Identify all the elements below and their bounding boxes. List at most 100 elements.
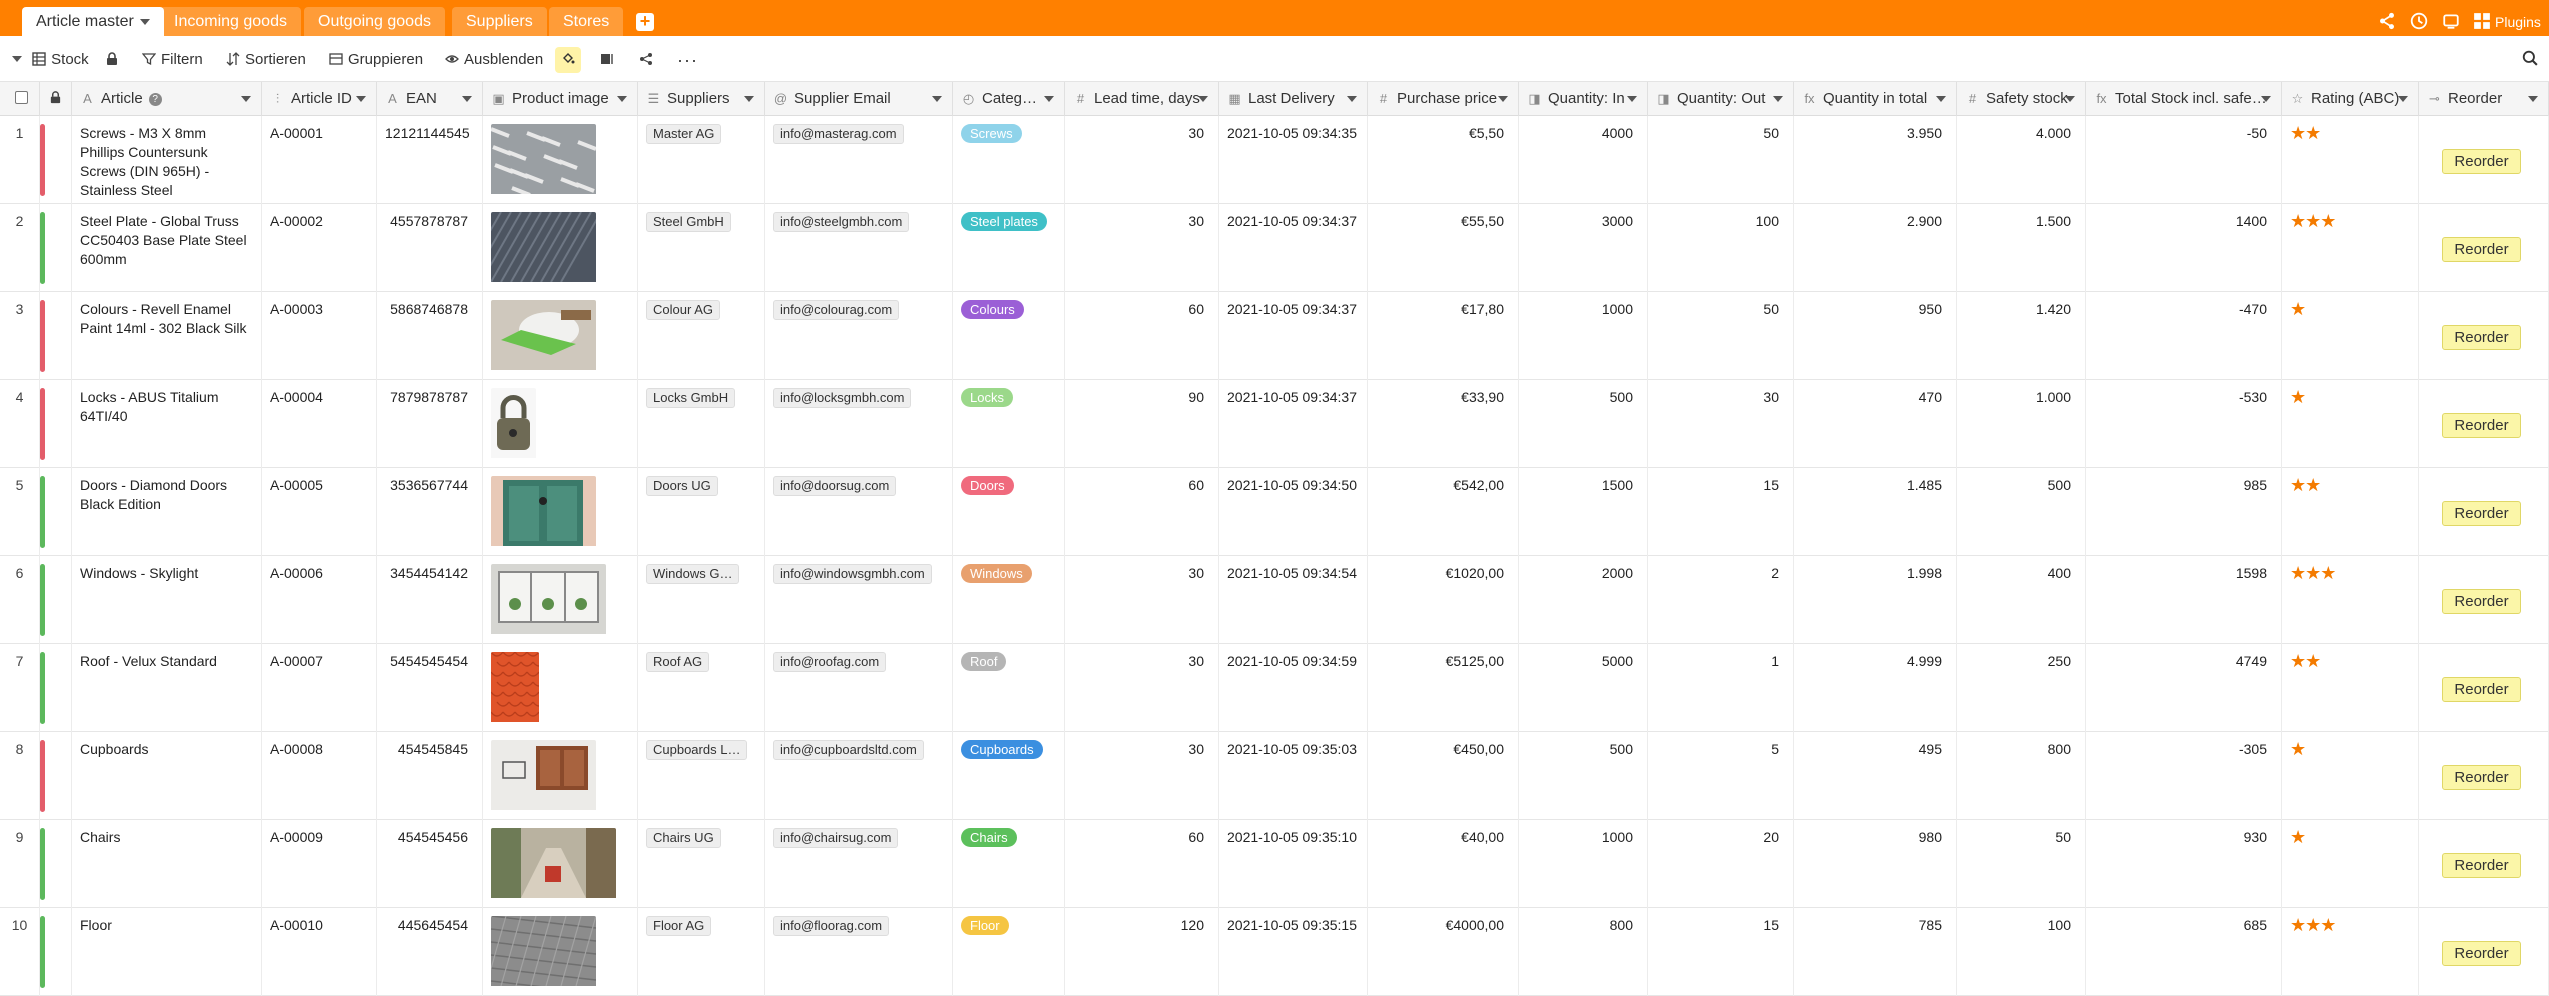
cell-qtotal[interactable]: 1.485 (1794, 468, 1957, 556)
row-number[interactable]: 9 (0, 820, 40, 908)
column-header-stock[interactable]: fx Total Stock incl. safe… (2086, 82, 2282, 116)
cell-qin[interactable]: 4000 (1519, 116, 1648, 204)
email-chip[interactable]: info@steelgmbh.com (773, 212, 910, 232)
cell-article[interactable]: Roof - Velux Standard (72, 644, 262, 732)
cell-lead[interactable]: 30 (1065, 732, 1219, 820)
cell-lead[interactable]: 30 (1065, 116, 1219, 204)
reorder-button[interactable]: Reorder (2442, 853, 2521, 878)
cell-category[interactable]: Windows (953, 556, 1065, 644)
cell-supplier[interactable]: Doors UG (638, 468, 765, 556)
email-chip[interactable]: info@chairsug.com (773, 828, 899, 848)
row-number[interactable]: 10 (0, 908, 40, 996)
column-menu-chevron-icon[interactable] (1498, 96, 1508, 102)
cell-article[interactable]: Chairs (72, 820, 262, 908)
table-row[interactable]: 2 Steel Plate - Global Truss CC50403 Base… (0, 204, 2549, 292)
cell-category[interactable]: Cupboards (953, 732, 1065, 820)
rating-stars[interactable]: ★ (2290, 299, 2306, 319)
email-chip[interactable]: info@locksgmbh.com (773, 388, 912, 408)
cell-qin[interactable]: 1500 (1519, 468, 1648, 556)
product-image[interactable] (491, 212, 596, 287)
cell-stock[interactable]: 4749 (2086, 644, 2282, 732)
rating-stars[interactable]: ★★ (2290, 123, 2321, 143)
cell-safety[interactable]: 800 (1957, 732, 2086, 820)
cell-lead[interactable]: 60 (1065, 820, 1219, 908)
cell-last[interactable]: 2021-10-05 09:34:35 (1219, 116, 1368, 204)
product-image[interactable] (491, 564, 606, 639)
cell-qtotal[interactable]: 3.950 (1794, 116, 1957, 204)
email-chip[interactable]: info@masterag.com (773, 124, 904, 144)
cell-price[interactable]: €17,80 (1368, 292, 1519, 380)
supplier-link-chip[interactable]: Doors UG (646, 476, 718, 496)
cell-lead[interactable]: 30 (1065, 204, 1219, 292)
cell-stock[interactable]: 985 (2086, 468, 2282, 556)
table-row[interactable]: 10 Floor A-00010 445645454 Floor AG info@floo… (0, 908, 2549, 996)
supplier-link-chip[interactable]: Master AG (646, 124, 722, 144)
cell-safety[interactable]: 1.000 (1957, 380, 2086, 468)
rating-stars[interactable]: ★ (2290, 387, 2306, 407)
cell-category[interactable]: Steel plates (953, 204, 1065, 292)
cell-category[interactable]: Screws (953, 116, 1065, 204)
cell-ean[interactable]: 5454545454 (377, 644, 483, 732)
cell-reorder[interactable]: Reorder (2419, 732, 2549, 820)
cell-last[interactable]: 2021-10-05 09:35:03 (1219, 732, 1368, 820)
column-menu-chevron-icon[interactable] (1936, 96, 1946, 102)
cell-qtotal[interactable]: 470 (1794, 380, 1957, 468)
column-menu-chevron-icon[interactable] (2398, 96, 2408, 102)
rating-stars[interactable]: ★★★ (2290, 563, 2336, 583)
cell-lead[interactable]: 60 (1065, 292, 1219, 380)
column-header-reorder[interactable]: ⊸ Reorder (2419, 82, 2549, 116)
cell-qtotal[interactable]: 980 (1794, 820, 1957, 908)
table-row[interactable]: 4 Locks - ABUS Titalium 64TI/40 A-00004 787… (0, 380, 2549, 468)
product-image[interactable] (491, 916, 596, 991)
cell-article[interactable]: Doors - Diamond Doors Black Edition (72, 468, 262, 556)
reorder-button[interactable]: Reorder (2442, 677, 2521, 702)
cell-last[interactable]: 2021-10-05 09:34:59 (1219, 644, 1368, 732)
cell-stars[interactable]: ★ (2282, 820, 2419, 908)
add-table-button[interactable]: + (636, 12, 654, 31)
cell-reorder[interactable]: Reorder (2419, 820, 2549, 908)
cell-id[interactable]: A-00003 (262, 292, 377, 380)
group-button[interactable]: Gruppieren (329, 49, 423, 71)
rating-stars[interactable]: ★★★ (2290, 211, 2336, 231)
reorder-button[interactable]: Reorder (2442, 149, 2521, 174)
cell-qout[interactable]: 20 (1648, 820, 1794, 908)
cell-ean[interactable]: 454545845 (377, 732, 483, 820)
column-menu-chevron-icon[interactable] (932, 96, 942, 102)
filter-button[interactable]: Filtern (141, 49, 203, 71)
cell-stars[interactable]: ★★ (2282, 644, 2419, 732)
cell-email[interactable]: info@chairsug.com (765, 820, 953, 908)
cell-id[interactable]: A-00002 (262, 204, 377, 292)
table-row[interactable]: 8 Cupboards A-00008 454545845 Cupboards L… in… (0, 732, 2549, 820)
supplier-link-chip[interactable]: Colour AG (646, 300, 720, 320)
chevron-down-icon[interactable] (139, 18, 150, 25)
cell-image[interactable] (483, 380, 638, 468)
cell-stars[interactable]: ★★★ (2282, 556, 2419, 644)
column-header-image[interactable]: ▣ Product image (483, 82, 638, 116)
cell-supplier[interactable]: Locks GmbH (638, 380, 765, 468)
cell-stock[interactable]: -530 (2086, 380, 2282, 468)
reorder-button[interactable]: Reorder (2442, 413, 2521, 438)
help-icon[interactable]: ? (148, 93, 162, 106)
product-image[interactable] (491, 652, 539, 727)
column-menu-chevron-icon[interactable] (617, 96, 627, 102)
cell-stars[interactable]: ★★ (2282, 116, 2419, 204)
column-header-qin[interactable]: ◨ Quantity: In (1519, 82, 1648, 116)
cell-image[interactable] (483, 204, 638, 292)
cell-ean[interactable]: 3536567744 (377, 468, 483, 556)
supplier-link-chip[interactable]: Steel GmbH (646, 212, 731, 232)
cell-qtotal[interactable]: 950 (1794, 292, 1957, 380)
cell-qtotal[interactable]: 2.900 (1794, 204, 1957, 292)
tab-article-master[interactable]: Article master (22, 7, 164, 36)
cell-stars[interactable]: ★★★ (2282, 908, 2419, 996)
share-icon[interactable] (2378, 12, 2396, 32)
column-menu-chevron-icon[interactable] (2261, 96, 2271, 102)
cell-lead[interactable]: 30 (1065, 644, 1219, 732)
cell-safety[interactable]: 250 (1957, 644, 2086, 732)
cell-stars[interactable]: ★ (2282, 380, 2419, 468)
cell-email[interactable]: info@colourag.com (765, 292, 953, 380)
cell-qout[interactable]: 5 (1648, 732, 1794, 820)
cell-email[interactable]: info@floorag.com (765, 908, 953, 996)
cell-id[interactable]: A-00010 (262, 908, 377, 996)
cell-stock[interactable]: -470 (2086, 292, 2282, 380)
cell-price[interactable]: €4000,00 (1368, 908, 1519, 996)
